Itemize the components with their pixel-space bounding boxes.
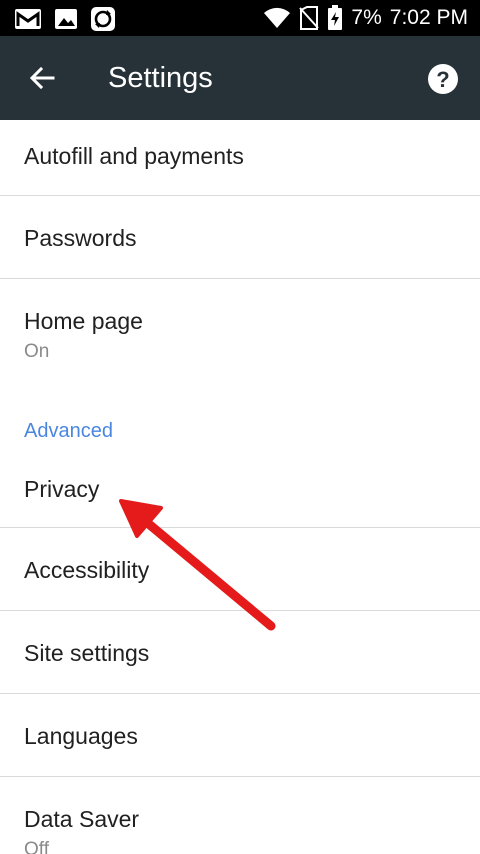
- home-page-item[interactable]: Home page On: [0, 279, 480, 397]
- data-saver-label: Data Saver: [24, 806, 140, 832]
- wifi-icon: [263, 7, 291, 29]
- data-saver-item[interactable]: Data Saver Off: [0, 777, 480, 854]
- app-bar: Settings ?: [0, 36, 480, 120]
- battery-charging-icon: [327, 5, 343, 31]
- gmail-icon: [14, 7, 42, 31]
- data-saver-status: Off: [24, 839, 49, 854]
- home-page-label: Home page: [24, 308, 143, 334]
- chrome-settings-screen: 7% 7:02 PM Settings ? Autofill and payme…: [0, 0, 480, 854]
- image-icon: [54, 7, 78, 31]
- home-page-status: On: [24, 341, 50, 362]
- site-settings-item[interactable]: Site settings: [0, 611, 480, 693]
- notification-icons: [14, 6, 116, 32]
- battery-percent: 7%: [351, 6, 382, 29]
- back-button[interactable]: [20, 58, 64, 102]
- page-title: Settings: [108, 62, 213, 94]
- arrow-back-icon: [28, 64, 56, 97]
- sync-icon: [90, 6, 116, 32]
- privacy-item[interactable]: Privacy: [0, 460, 480, 527]
- help-icon: ?: [424, 64, 462, 102]
- advanced-section-header: Advanced: [24, 420, 113, 442]
- status-bar: 7% 7:02 PM: [0, 0, 480, 36]
- clock: 7:02 PM: [389, 6, 468, 29]
- passwords-label: Passwords: [24, 225, 137, 251]
- help-button[interactable]: ?: [424, 60, 462, 98]
- languages-label: Languages: [24, 723, 138, 749]
- accessibility-label: Accessibility: [24, 557, 150, 583]
- autofill-and-payments-item[interactable]: Autofill and payments: [0, 120, 480, 195]
- site-settings-label: Site settings: [24, 640, 150, 666]
- system-indicators: 7% 7:02 PM: [263, 0, 468, 36]
- languages-item[interactable]: Languages: [0, 694, 480, 776]
- privacy-label: Privacy: [24, 476, 100, 502]
- passwords-item[interactable]: Passwords: [0, 196, 480, 278]
- accessibility-item[interactable]: Accessibility: [0, 528, 480, 610]
- no-sim-icon: [299, 6, 320, 30]
- autofill-and-payments-label: Autofill and payments: [24, 143, 244, 169]
- svg-text:?: ?: [436, 67, 449, 92]
